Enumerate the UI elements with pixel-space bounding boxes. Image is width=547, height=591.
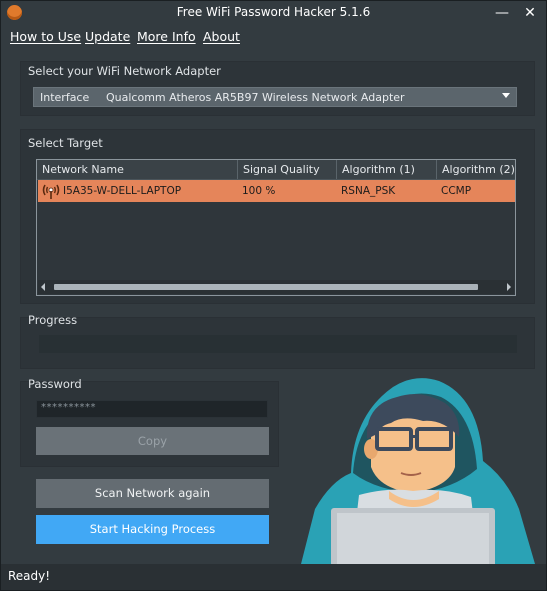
- menu-update[interactable]: Update: [85, 29, 130, 44]
- status-text: Ready!: [8, 569, 51, 583]
- copy-button[interactable]: Copy: [36, 427, 269, 455]
- menu-more-info[interactable]: More Info: [137, 29, 196, 44]
- password-field[interactable]: **********: [36, 400, 268, 418]
- window-title: Free WiFi Password Hacker 5.1.6: [176, 5, 371, 19]
- list-header: Network Name Signal Quality Algorithm (1…: [37, 160, 515, 180]
- hacker-illustration: [301, 378, 535, 564]
- interface-label: Interface: [40, 91, 90, 104]
- scrollbar-thumb[interactable]: [54, 284, 478, 290]
- column-algorithm-1[interactable]: Algorithm (1): [337, 160, 437, 179]
- target-group-label: Select Target: [28, 136, 103, 150]
- scroll-left-icon[interactable]: [41, 283, 45, 291]
- menu-how-to-use[interactable]: How to Use: [10, 29, 81, 44]
- horizontal-scrollbar[interactable]: [38, 280, 514, 294]
- column-network-name[interactable]: Network Name: [37, 160, 238, 179]
- status-bar: Ready!: [1, 564, 546, 590]
- network-row-selected[interactable]: I5A35-W-DELL-LAPTOP 100 % RSNA_PSK CCMP: [38, 180, 515, 202]
- progress-group-label: Progress: [28, 313, 78, 327]
- column-algorithm-2[interactable]: Algorithm (2): [437, 160, 515, 179]
- signal-quality-cell: 100 %: [242, 185, 276, 197]
- progress-bar: [39, 335, 517, 353]
- chevron-down-icon: [502, 93, 510, 98]
- column-label: Algorithm (2): [442, 163, 515, 176]
- network-list[interactable]: Network Name Signal Quality Algorithm (1…: [36, 159, 516, 296]
- column-label: Algorithm (1): [342, 163, 415, 176]
- scan-network-button[interactable]: Scan Network again: [36, 479, 269, 508]
- column-signal-quality[interactable]: Signal Quality: [238, 160, 337, 179]
- wifi-signal-icon: [42, 184, 60, 199]
- title-bar[interactable]: Free WiFi Password Hacker 5.1.6 — ✕: [1, 1, 546, 25]
- minimize-button[interactable]: —: [489, 3, 515, 23]
- column-label: Network Name: [42, 163, 124, 176]
- algorithm-1-cell: RSNA_PSK: [341, 185, 396, 197]
- app-window: Free WiFi Password Hacker 5.1.6 — ✕ How …: [0, 0, 547, 591]
- column-label: Signal Quality: [243, 163, 320, 176]
- adapter-group-label: Select your WiFi Network Adapter: [28, 64, 221, 78]
- algorithm-2-cell: CCMP: [441, 185, 472, 197]
- menu-about[interactable]: About: [203, 29, 240, 44]
- scroll-right-icon[interactable]: [507, 283, 511, 291]
- start-hacking-button[interactable]: Start Hacking Process: [36, 515, 269, 544]
- interface-selected-value: Qualcomm Atheros AR5B97 Wireless Network…: [106, 91, 405, 104]
- close-button[interactable]: ✕: [517, 3, 543, 23]
- password-group-label: Password: [28, 377, 82, 391]
- network-name-cell: I5A35-W-DELL-LAPTOP: [63, 185, 182, 197]
- password-value: **********: [41, 402, 96, 413]
- interface-dropdown[interactable]: Interface Qualcomm Atheros AR5B97 Wirele…: [33, 87, 517, 107]
- menu-bar: How to Use Update More Info About: [1, 25, 546, 49]
